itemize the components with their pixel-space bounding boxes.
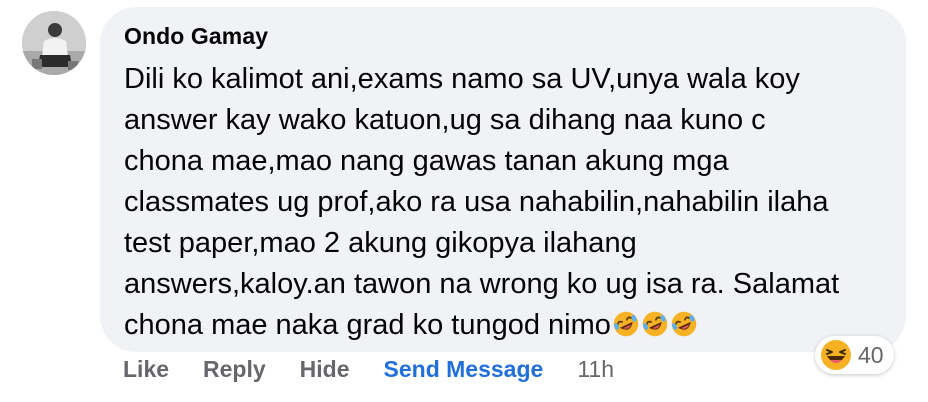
author-name[interactable]: Ondo Gamay: [124, 23, 268, 50]
comment-last-line: chona mae naka grad ko tungod nimo: [124, 305, 884, 346]
send-message-button[interactable]: Send Message: [384, 356, 544, 383]
rolling-on-floor-laughing-emoji-icon: [671, 311, 697, 337]
timestamp[interactable]: 11h: [577, 356, 614, 383]
comment-actions: Like Reply Hide Send Message 11h: [123, 356, 614, 383]
comment-line: answer kay wako katuon,ug sa dihang naa …: [124, 104, 766, 136]
comment-line: chona mae,mao nang gawas tanan akung mga: [124, 145, 729, 177]
hide-button[interactable]: Hide: [300, 356, 350, 383]
comment-container: Ondo Gamay Dili ko kalimot ani,exams nam…: [0, 0, 928, 402]
reply-button[interactable]: Reply: [203, 356, 266, 383]
comment-line: test paper,mao 2 akung gikopya ilahang: [124, 227, 637, 259]
like-button[interactable]: Like: [123, 356, 169, 383]
reaction-summary[interactable]: 40: [815, 336, 894, 374]
comment-line: answers,kaloy.an tawon na wrong ko ug is…: [124, 268, 840, 300]
comment-line: Dili ko kalimot ani,exams namo sa UV,uny…: [124, 63, 800, 95]
comment-line: chona mae naka grad ko tungod nimo: [124, 309, 611, 341]
rolling-on-floor-laughing-emoji-icon: [613, 311, 639, 337]
comment-line: classmates ug prof,ako ra usa nahabilin,…: [124, 186, 829, 218]
rolling-on-floor-laughing-emoji-icon: [642, 311, 668, 337]
reaction-count: 40: [858, 341, 884, 368]
avatar-photo-icon: [22, 11, 86, 75]
comment-text: Dili ko kalimot ani,exams namo sa UV,uny…: [124, 59, 884, 346]
haha-reaction-icon: [821, 340, 851, 370]
avatar[interactable]: [22, 11, 86, 75]
